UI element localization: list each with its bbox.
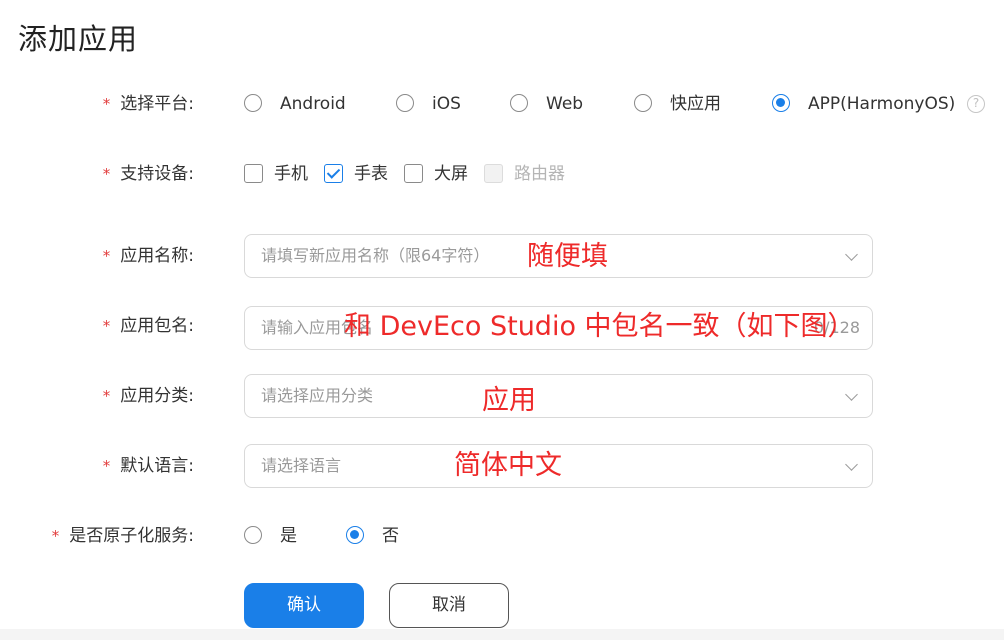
category-label: * 应用分类: bbox=[102, 386, 194, 406]
app-name-placeholder: 请填写新应用名称（限64字符） bbox=[261, 246, 490, 265]
radio-button[interactable] bbox=[396, 94, 414, 112]
chevron-down-icon[interactable] bbox=[845, 248, 858, 261]
package-name-label: * 应用包名: bbox=[102, 316, 194, 336]
page-title: 添加应用 bbox=[18, 22, 139, 56]
checkbox[interactable] bbox=[244, 164, 263, 183]
devices-label: * 支持设备: bbox=[102, 164, 194, 184]
help-icon[interactable]: ? bbox=[967, 95, 985, 113]
annotation-package-name: 和 DevEco Studio 中包名一致（如下图） bbox=[344, 311, 855, 342]
checkbox-checked[interactable] bbox=[324, 164, 343, 183]
app-name-label: * 应用名称: bbox=[102, 246, 194, 266]
radio-button[interactable] bbox=[510, 94, 528, 112]
required-mark: * bbox=[51, 527, 60, 545]
atomic-service-label: * 是否原子化服务: bbox=[51, 526, 194, 546]
required-mark: * bbox=[102, 247, 111, 265]
required-mark: * bbox=[102, 165, 111, 183]
checkbox[interactable] bbox=[404, 164, 423, 183]
required-mark: * bbox=[102, 457, 111, 475]
annotation-category: 应用 bbox=[482, 385, 536, 416]
language-label: * 默认语言: bbox=[102, 456, 194, 476]
chevron-down-icon[interactable] bbox=[845, 458, 858, 471]
checkbox-disabled bbox=[484, 164, 503, 183]
radio-button-selected[interactable] bbox=[772, 94, 790, 112]
chevron-down-icon[interactable] bbox=[845, 388, 858, 401]
required-mark: * bbox=[102, 387, 111, 405]
confirm-button[interactable]: 确认 bbox=[244, 583, 364, 628]
language-placeholder: 请选择语言 bbox=[261, 456, 342, 475]
cancel-button[interactable]: 取消 bbox=[389, 583, 509, 628]
radio-button[interactable] bbox=[634, 94, 652, 112]
category-placeholder: 请选择应用分类 bbox=[261, 386, 374, 405]
radio-button[interactable] bbox=[244, 526, 262, 544]
annotation-language: 简体中文 bbox=[454, 450, 562, 481]
platform-label: * 选择平台: bbox=[102, 94, 194, 114]
annotation-app-name: 随便填 bbox=[527, 241, 608, 272]
radio-button[interactable] bbox=[244, 94, 262, 112]
bottom-strip bbox=[0, 629, 1004, 640]
required-mark: * bbox=[102, 317, 111, 335]
required-mark: * bbox=[102, 95, 111, 113]
category-select[interactable]: 请选择应用分类 bbox=[244, 374, 873, 418]
radio-button-selected[interactable] bbox=[346, 526, 364, 544]
